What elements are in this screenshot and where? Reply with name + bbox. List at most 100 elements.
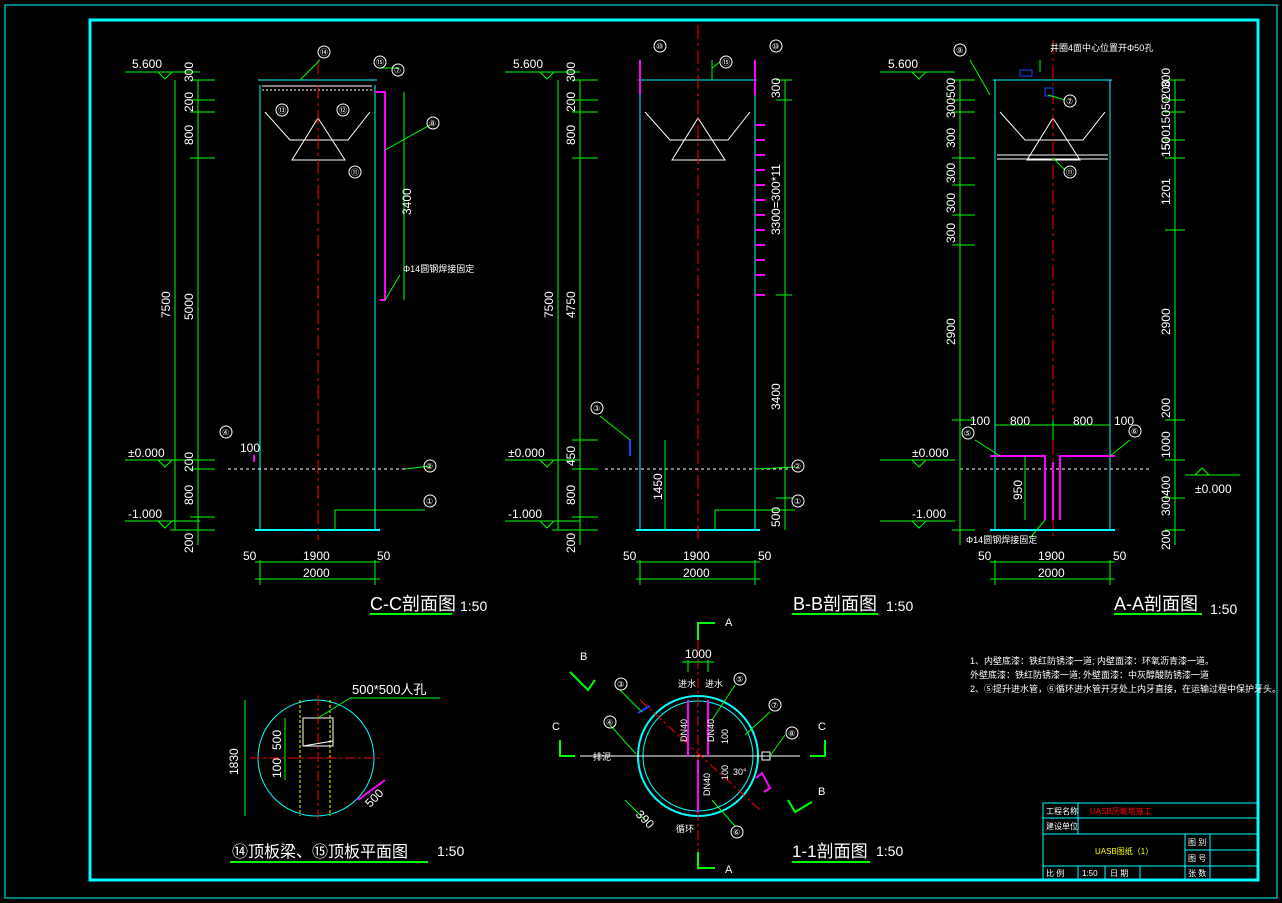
p11-p1: DN40 — [706, 719, 716, 742]
title-block: 工程名称 UASB厌氧塔施工 建设单位 UASB图纸（1） 图 别 图 号 比 … — [1042, 802, 1258, 881]
view-plan11 — [559, 622, 870, 870]
aa-top-note: 井圈4面中心位置开Φ50孔 — [1050, 42, 1153, 53]
plan14-hole: 500*500人孔 — [352, 682, 426, 697]
cc-c6: ⑧ — [429, 119, 436, 128]
aa-annotation: Φ14圆钢焊接固定 — [966, 534, 1037, 545]
aa-edge-l: 50 — [978, 549, 992, 563]
cc-c5: ⑫ — [339, 106, 347, 115]
cc-c1: ⑭ — [320, 48, 328, 57]
cc-d5: 800 — [182, 485, 196, 505]
aa-c2: ⑦ — [1066, 97, 1073, 106]
p11-c2: ④ — [606, 718, 613, 727]
inner-frame — [88, 18, 1260, 882]
aa-c4: ⑤ — [964, 429, 971, 438]
bb-d5: 800 — [564, 485, 578, 505]
tb-sheet-label: 张 数 — [1188, 868, 1206, 878]
cc-c4: ⑬ — [278, 106, 286, 115]
p11-sec-b-top: B — [580, 651, 587, 663]
aa-width: 1900 — [1038, 549, 1065, 563]
aa-depth: 950 — [1011, 480, 1025, 500]
plan14-d1: 500 — [270, 730, 284, 750]
aa-c3: ⑪ — [1066, 168, 1074, 177]
aa-r3: 150 — [1159, 110, 1173, 130]
aa-r9: 1000 — [1159, 431, 1173, 458]
aa-scale: 1:50 — [1210, 601, 1237, 617]
cc-level-top: 5.600 — [132, 57, 162, 71]
cc-d4: 200 — [182, 452, 196, 472]
bb-total: 2000 — [683, 566, 710, 580]
view-aa — [880, 40, 1240, 615]
p11-p5: 30° — [733, 767, 747, 777]
aa-r2: 300 — [1159, 68, 1173, 88]
bb-r1: 3300=300*11 — [769, 164, 783, 235]
p11-sec-a-top: A — [725, 617, 733, 629]
bb-d4: 450 — [564, 446, 578, 466]
p11-sec-b-bottom: B — [818, 786, 825, 798]
bb-text: ⑩ ⑩ ⑮ ③ ② ① 5.600 ±0.000 -1.000 300 200 … — [508, 42, 913, 614]
plan14-scale: 1:50 — [437, 843, 464, 859]
tb-scale-label: 比 例 — [1046, 868, 1064, 878]
cc-right: 3400 — [400, 188, 414, 215]
aa-r1: 50 — [1159, 96, 1173, 110]
aa-edge-r: 50 — [1113, 549, 1127, 563]
cc-c10: ① — [426, 497, 433, 506]
p11-title: 1-1剖面图 — [792, 842, 868, 861]
bb-level-top: 5.600 — [513, 57, 543, 71]
p11-c3: ⑤ — [736, 675, 743, 684]
tb-fig-cat: 图 别 — [1188, 838, 1206, 847]
aa-l2: 300 — [944, 163, 958, 183]
bb-inner: 1450 — [651, 473, 665, 500]
bb-edge-r: 50 — [758, 549, 772, 563]
p11-top: 1000 — [685, 647, 712, 661]
p11-scale: 1:50 — [876, 843, 903, 859]
note-2: 外壁底漆：铁红防锈漆一道; 外壁面漆：中灰醇酸防锈漆一道 — [970, 669, 1209, 680]
tb-scale-value: 1:50 — [1082, 869, 1098, 878]
bb-overall: 7500 — [542, 291, 556, 318]
note-3: 2、⑤提升进水管，⑥循环进水管开牙处上内牙直接，在运输过程中保护牙头。 — [970, 683, 1281, 694]
bb-r3: 500 — [769, 507, 783, 527]
bb-scale: 1:50 — [886, 598, 913, 614]
bb-level-zero: ±0.000 — [508, 446, 545, 460]
p11-sec-a-bottom: A — [725, 864, 733, 876]
plan14-d3: 500 — [362, 786, 386, 810]
p11-c4: ⑦ — [771, 701, 778, 710]
cc-d1: 200 — [182, 92, 196, 112]
aa-r11: 300 — [1159, 496, 1173, 516]
aa-c5: ⑥ — [1131, 427, 1138, 436]
plan14-title: ⑭顶板梁、⑮顶板平面图 — [232, 843, 408, 861]
p11-l3: 循环 — [676, 823, 694, 834]
p11-l1: 进水 — [705, 678, 723, 689]
cc-d0: 300 — [182, 62, 196, 82]
plan11-text: ③ ④ ⑤ ⑦ ⑧ ⑥ A A B B C C 1000 DN40 DN40 D… — [552, 617, 903, 876]
plan14-text: 500*500人孔 1830 500 100 500 ⑭顶板梁、⑮顶板平面图 1… — [227, 682, 464, 861]
cc-c2: ⑮ — [376, 58, 384, 67]
p11-l2: 排泥 — [593, 751, 611, 762]
p11-sec-c-left: C — [552, 721, 560, 733]
tb-fig-no: 图 号 — [1188, 854, 1206, 863]
aa-low3: 100 — [1114, 414, 1134, 428]
aa-low2: 800 — [1073, 414, 1093, 428]
cc-c9: ② — [426, 462, 433, 471]
cc-annotation: Φ14圆钢焊接固定 — [403, 263, 474, 274]
cc-title: C-C剖面图 — [370, 594, 456, 614]
aa-total: 2000 — [1038, 566, 1065, 580]
view-plan14 — [230, 695, 440, 863]
bb-width: 1900 — [683, 549, 710, 563]
plan14-d0: 1830 — [227, 748, 241, 775]
tb-unit-label: 建设单位 — [1046, 821, 1078, 831]
view-cc — [125, 45, 452, 615]
bb-c1: ⑩ — [656, 42, 663, 51]
bb-c5: ② — [794, 462, 801, 471]
cc-c7: ⑪ — [351, 168, 359, 177]
bb-d2: 800 — [564, 125, 578, 145]
bb-c6: ① — [794, 497, 801, 506]
aa-r10: 400 — [1159, 476, 1173, 496]
aa-l3: 300 — [944, 193, 958, 213]
aa-r5: 150 — [1159, 137, 1173, 157]
p11-c6: ⑥ — [733, 828, 740, 837]
cc-lower: 100 — [240, 441, 260, 455]
cc-c3: ⑦ — [394, 66, 401, 75]
aa-r7: 2900 — [1159, 308, 1173, 335]
aa-level-bottom: -1.000 — [912, 507, 946, 521]
view-bb — [505, 25, 878, 615]
